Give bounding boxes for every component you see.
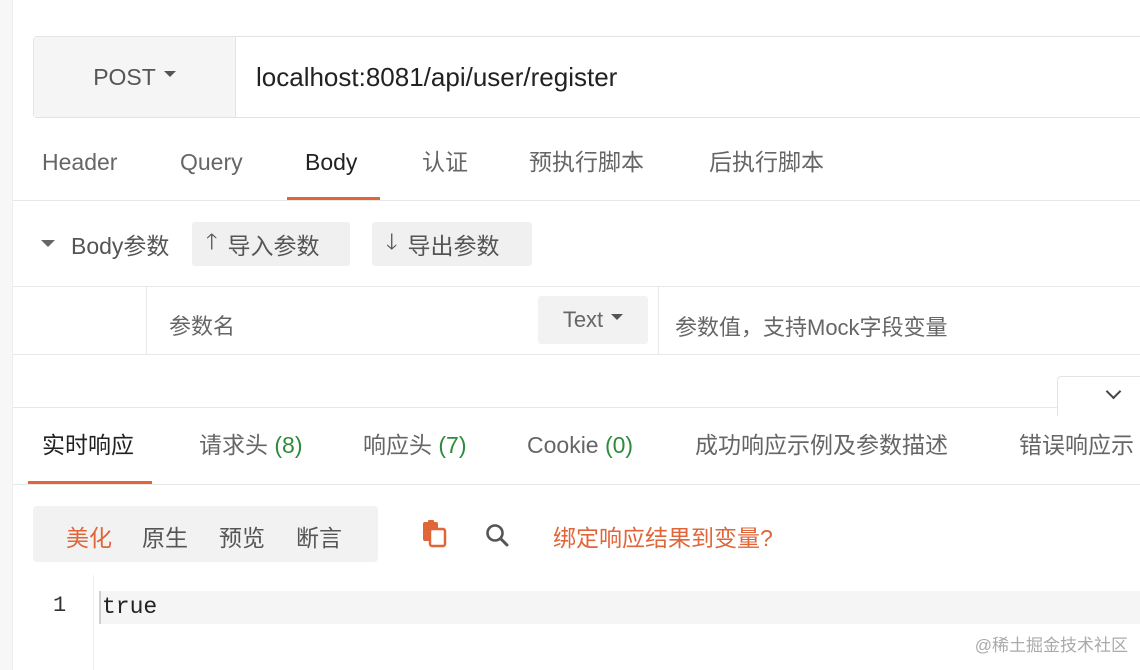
export-params-button[interactable]: 🡓 导出参数 xyxy=(372,222,532,266)
arrow-down-icon: 🡓 xyxy=(386,230,398,255)
caret-down-icon xyxy=(163,71,176,77)
tab-count: (8) xyxy=(274,432,303,458)
mode-preview[interactable]: 预览 xyxy=(219,519,265,553)
request-tabs: Header Query Body 认证 预执行脚本 后执行脚本 xyxy=(13,130,1140,201)
tab-label: 成功响应示例及参数描述 xyxy=(695,432,948,458)
body-params-toolbar: Body参数 🡑 导入参数 🡓 导出参数 xyxy=(13,202,1140,286)
text-cursor xyxy=(99,591,101,624)
tab-post-script[interactable]: 后执行脚本 xyxy=(709,130,824,201)
collapse-toggle[interactable] xyxy=(1057,376,1140,416)
url-input[interactable]: localhost:8081/api/user/register xyxy=(256,37,1136,117)
tab-response-headers[interactable]: 响应头 (7) xyxy=(363,408,467,484)
tab-error-examples[interactable]: 错误响应示 xyxy=(1019,408,1134,484)
chevron-down-icon xyxy=(1105,383,1122,400)
tab-label: 响应头 xyxy=(363,432,439,458)
code-gutter: 1 xyxy=(13,575,93,670)
line-number: 1 xyxy=(53,593,67,618)
active-tab-underline xyxy=(287,197,380,200)
watermark: @稀土掘金技术社区 xyxy=(974,636,1128,655)
param-row: 参数名 Text 参数值，支持Mock字段变量 xyxy=(13,286,1140,355)
collapse-triangle-icon[interactable] xyxy=(41,240,55,247)
param-divider xyxy=(658,287,659,354)
response-tabs: 实时响应 请求头 (8) 响应头 (7) Cookie (0) 成功响应示例及参… xyxy=(13,407,1140,485)
tab-auth[interactable]: 认证 xyxy=(422,130,468,201)
tab-query[interactable]: Query xyxy=(180,130,243,201)
param-value-input[interactable]: 参数值，支持Mock字段变量 xyxy=(675,310,948,342)
param-type-select[interactable]: Text xyxy=(538,296,648,344)
tab-count: (7) xyxy=(438,432,467,458)
tab-count: (0) xyxy=(604,432,634,458)
active-tab-underline xyxy=(28,481,152,484)
mode-raw[interactable]: 原生 xyxy=(142,519,188,553)
import-params-label: 导入参数 xyxy=(227,233,320,259)
method-select[interactable]: POST xyxy=(34,37,236,117)
tab-request-headers[interactable]: 请求头 (8) xyxy=(199,408,303,484)
arrow-up-icon: 🡑 xyxy=(206,230,218,255)
tab-pre-script[interactable]: 预执行脚本 xyxy=(529,130,644,201)
caret-down-icon xyxy=(611,314,624,320)
tab-label: 错误响应示 xyxy=(1019,432,1134,458)
tab-cookie[interactable]: Cookie (0) xyxy=(527,408,633,484)
param-row-handle xyxy=(13,287,147,354)
param-type-label: Text xyxy=(562,307,604,332)
response-body-text[interactable]: true xyxy=(102,594,157,620)
left-edge-strip xyxy=(0,0,13,670)
tab-label: 实时响应 xyxy=(42,432,134,458)
mode-assert[interactable]: 断言 xyxy=(296,519,342,553)
view-mode-switch: 美化 原生 预览 断言 xyxy=(33,506,378,562)
tab-body[interactable]: Body xyxy=(305,130,357,201)
active-line-highlight xyxy=(99,591,1140,624)
tab-label: Cookie xyxy=(527,432,605,458)
search-icon[interactable] xyxy=(484,522,510,548)
body-params-label[interactable]: Body参数 xyxy=(71,227,169,261)
tab-label: 请求头 xyxy=(199,432,275,458)
mode-beautify[interactable]: 美化 xyxy=(66,519,112,553)
method-label: POST xyxy=(93,63,156,90)
request-url-bar: POST localhost:8081/api/user/register xyxy=(33,36,1140,118)
tab-header[interactable]: Header xyxy=(42,130,117,201)
param-name-input[interactable]: 参数名 xyxy=(169,309,235,341)
export-params-label: 导出参数 xyxy=(407,233,500,259)
bind-response-variable-link[interactable]: 绑定响应结果到变量? xyxy=(553,519,773,553)
gutter-separator xyxy=(93,575,94,670)
tab-realtime-response[interactable]: 实时响应 xyxy=(42,408,134,484)
import-params-button[interactable]: 🡑 导入参数 xyxy=(192,222,350,266)
tab-success-examples[interactable]: 成功响应示例及参数描述 xyxy=(695,408,948,484)
copy-icon[interactable] xyxy=(420,520,448,548)
